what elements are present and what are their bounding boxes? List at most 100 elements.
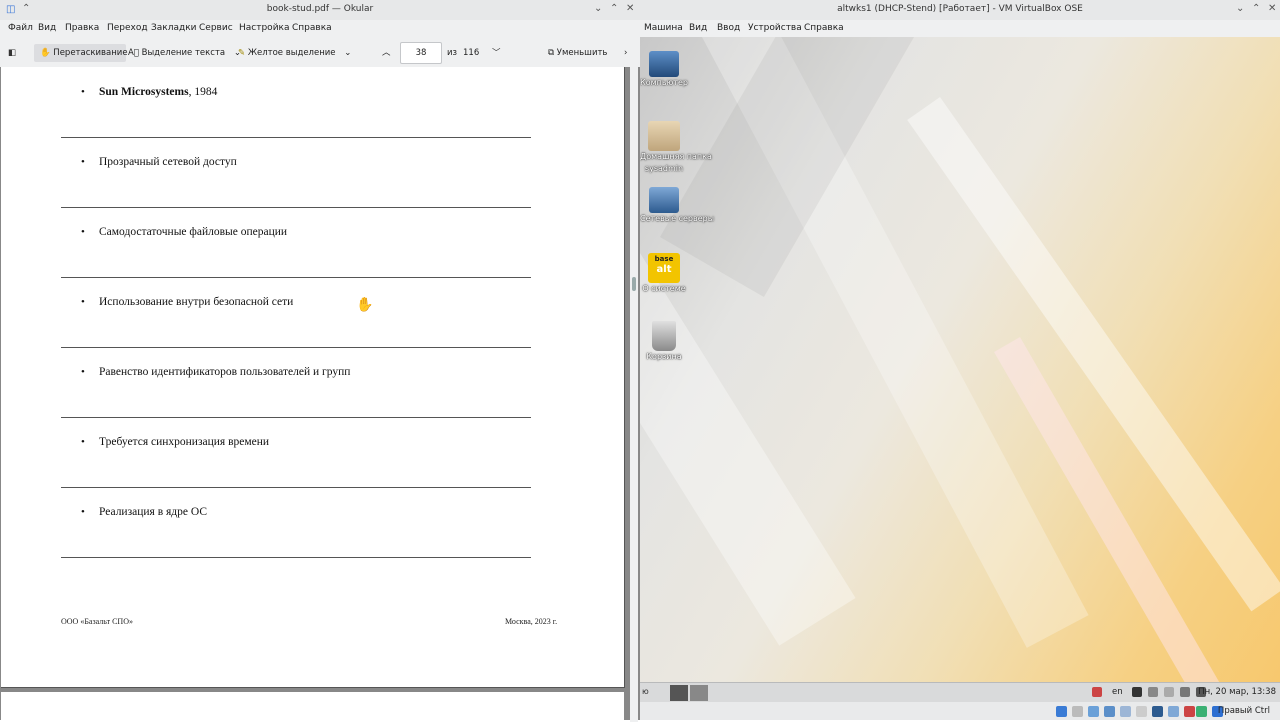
toolbar-overflow-icon[interactable]: ›: [624, 44, 627, 62]
divider: [61, 417, 531, 418]
zoom-out-button[interactable]: ⧉ Уменьшить: [548, 44, 607, 62]
menu-input[interactable]: Ввод: [717, 23, 740, 33]
display-icon[interactable]: [1152, 706, 1163, 717]
vm-taskbar: ю en Пн, 20 мар, 13:38: [640, 682, 1280, 703]
vertical-scrollbar[interactable]: [630, 67, 638, 722]
list-item-bold-text: Sun Microsystems: [99, 86, 189, 98]
desktop-icon-label: Сетевые серверы: [640, 214, 715, 223]
bullet: •: [81, 506, 85, 518]
list-item-text: Равенство идентификаторов пользователей …: [99, 366, 351, 378]
highlight-tool-button[interactable]: ✎ Желтое выделение ⌄: [238, 44, 351, 62]
browse-tool-label: Перетаскивание: [53, 48, 128, 58]
page-footer-left: ООО «Базальт СПО»: [61, 617, 133, 626]
optical-drive-icon[interactable]: [1072, 706, 1083, 717]
next-page-icon[interactable]: ﹀: [492, 44, 501, 62]
pdf-page-next: [1, 692, 624, 722]
page-footer-right: Москва, 2023 г.: [505, 617, 558, 626]
taskbar-button[interactable]: [690, 685, 708, 701]
shared-folders-icon[interactable]: [1136, 706, 1147, 717]
tray-app-icon[interactable]: [1092, 687, 1102, 697]
virtualbox-window-title: altwks1 (DHCP-Stend) [Работает] - VM Vir…: [837, 4, 1083, 14]
hard-disk-icon[interactable]: [1056, 706, 1067, 717]
virtualbox-statusbar: Правый Ctrl: [640, 702, 1280, 720]
wallpaper-shard: [660, 37, 964, 297]
okular-menubar: Файл Вид Правка Переход Закладки Сервис …: [0, 20, 640, 38]
panel-clock[interactable]: Пн, 20 мар, 13:38: [1198, 687, 1276, 697]
keyboard-layout-indicator[interactable]: en: [1112, 687, 1123, 697]
maximize-button[interactable]: ⌃: [1252, 3, 1260, 14]
text-select-tool-button[interactable]: A⃒ Выделение текста ⌄: [128, 44, 241, 62]
tray-volume-icon[interactable]: [1148, 687, 1158, 697]
menu-help[interactable]: Справка: [292, 23, 332, 33]
chevron-down-icon[interactable]: ⌄: [344, 48, 351, 58]
cpu-icon[interactable]: [1184, 706, 1195, 717]
text-select-icon: A⃒: [128, 48, 139, 58]
about-system-icon: base alt: [648, 253, 680, 283]
document-view[interactable]: • Sun Microsystems, 1984 • Прозрачный се…: [0, 67, 640, 722]
menu-settings[interactable]: Настройка: [239, 23, 290, 33]
menu-machine[interactable]: Машина: [644, 23, 683, 33]
bullet: •: [81, 156, 85, 168]
recording-icon[interactable]: [1168, 706, 1179, 717]
bullet: •: [81, 366, 85, 378]
tray-audio-icon[interactable]: [1164, 687, 1174, 697]
close-button[interactable]: ✕: [1268, 3, 1276, 14]
page-of-label: из: [447, 48, 458, 58]
divider: [61, 487, 531, 488]
scrollbar-thumb[interactable]: [632, 277, 636, 291]
desktop-icon-label-line2: sysadmin: [644, 164, 684, 173]
virtualbox-window: altwks1 (DHCP-Stend) [Работает] - VM Vir…: [640, 0, 1280, 720]
wallpaper-shard: [907, 97, 1280, 612]
list-item-text: Прозрачный сетевой доступ: [99, 156, 237, 168]
okular-titlebar[interactable]: ◫ ⌃ book-stud.pdf — Okular ⌄ ⌃ ✕: [0, 0, 640, 20]
vm-display[interactable]: Компьютер Домашняя папка sysadmin Сетевы…: [640, 37, 1280, 682]
menu-view[interactable]: Вид: [38, 23, 56, 33]
taskbar-button[interactable]: [670, 685, 688, 701]
audio-icon[interactable]: [1088, 706, 1099, 717]
menu-devices[interactable]: Устройства: [748, 23, 802, 33]
sidebar-toggle-icon[interactable]: ◧: [8, 44, 16, 62]
usb-icon[interactable]: [1120, 706, 1131, 717]
minimize-button[interactable]: ⌄: [1236, 3, 1244, 14]
close-button[interactable]: ✕: [626, 3, 634, 14]
hand-icon: ✋: [40, 48, 51, 58]
list-item-text: Использование внутри безопасной сети: [99, 296, 294, 308]
menu-help[interactable]: Справка: [804, 23, 844, 33]
maximize-button[interactable]: ⌃: [610, 3, 618, 14]
desktop-icon-network[interactable]: Сетевые серверы: [640, 187, 715, 225]
menu-file[interactable]: Файл: [8, 23, 33, 33]
menu-arrow-icon[interactable]: ю: [642, 687, 649, 696]
menu-edit[interactable]: Правка: [65, 23, 99, 33]
desktop-icon-about[interactable]: base alt О системе: [640, 253, 688, 295]
bullet: •: [81, 296, 85, 308]
divider: [61, 207, 531, 208]
page-number-input[interactable]: 38: [400, 42, 442, 64]
desktop-icon-home[interactable]: Домашняя папка sysadmin: [640, 121, 712, 175]
menu-bookmarks[interactable]: Закладки: [151, 23, 197, 33]
list-item-text: Самодостаточные файловые операции: [99, 226, 288, 238]
list-item-rest-text: , 1984: [188, 86, 218, 98]
trash-icon: [652, 321, 676, 351]
page-total: 116: [463, 48, 480, 58]
pdf-page: • Sun Microsystems, 1984 • Прозрачный се…: [1, 67, 625, 688]
previous-page-icon[interactable]: ︿: [382, 44, 391, 62]
okular-window: ◫ ⌃ book-stud.pdf — Okular ⌄ ⌃ ✕ Файл Ви…: [0, 0, 640, 722]
mouse-integration-icon[interactable]: [1196, 706, 1207, 717]
zoom-out-label: Уменьшить: [556, 48, 608, 58]
desktop-icon-label: Компьютер: [640, 78, 688, 87]
tray-network-icon[interactable]: [1132, 687, 1142, 697]
network-icon[interactable]: [1104, 706, 1115, 717]
browse-tool-button[interactable]: ✋ Перетаскивание: [34, 44, 128, 62]
virtualbox-titlebar[interactable]: altwks1 (DHCP-Stend) [Работает] - VM Vir…: [640, 0, 1280, 20]
computer-icon: [649, 51, 679, 77]
menu-go[interactable]: Переход: [107, 23, 148, 33]
minimize-button[interactable]: ⌄: [594, 3, 602, 14]
okular-toolbar: ◧ ✋ Перетаскивание A⃒ Выделение текста ⌄…: [0, 40, 640, 66]
desktop-icon-computer[interactable]: Компьютер: [640, 51, 688, 89]
divider: [61, 137, 531, 138]
menu-view[interactable]: Вид: [689, 23, 707, 33]
highlighter-icon: ✎: [238, 48, 246, 58]
menu-tools[interactable]: Сервис: [199, 23, 233, 33]
desktop-icon-trash[interactable]: Корзина: [640, 321, 688, 363]
tray-clipboard-icon[interactable]: [1180, 687, 1190, 697]
